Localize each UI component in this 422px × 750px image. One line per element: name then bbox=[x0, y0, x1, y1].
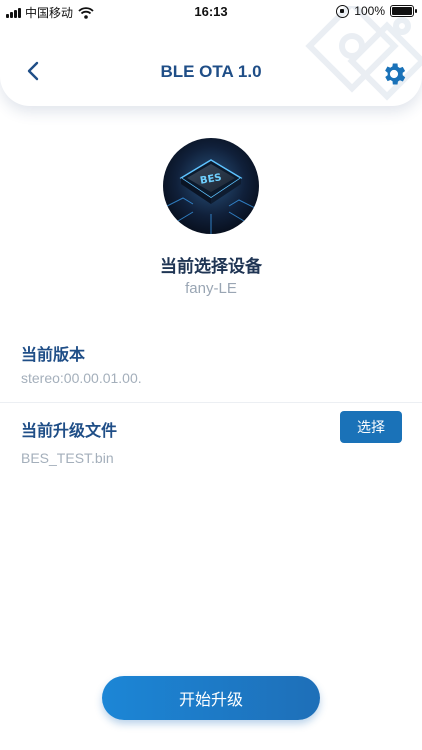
battery-percent: 100% bbox=[354, 4, 385, 18]
page-title: BLE OTA 1.0 bbox=[160, 62, 262, 81]
device-chip-image: BES bbox=[163, 138, 259, 234]
select-file-button[interactable]: 选择 bbox=[340, 411, 402, 443]
gear-icon bbox=[385, 63, 406, 85]
divider bbox=[0, 402, 422, 403]
version-label: 当前版本 bbox=[21, 345, 86, 364]
chip-illustration: BES bbox=[163, 138, 259, 234]
battery-icon bbox=[390, 5, 417, 17]
upgrade-file-value: BES_TEST.bin bbox=[21, 450, 114, 466]
settings-button[interactable] bbox=[380, 60, 408, 88]
rotation-lock-icon bbox=[336, 4, 350, 18]
device-heading: 当前选择设备 bbox=[160, 257, 262, 277]
start-upgrade-button[interactable]: 开始升级 bbox=[102, 676, 320, 720]
upgrade-file-label: 当前升级文件 bbox=[21, 421, 118, 440]
status-bar: 中国移动 16:13 100% bbox=[0, 0, 422, 22]
device-name: fany-LE bbox=[185, 280, 237, 297]
version-value: stereo:00.00.01.00. bbox=[21, 370, 142, 386]
